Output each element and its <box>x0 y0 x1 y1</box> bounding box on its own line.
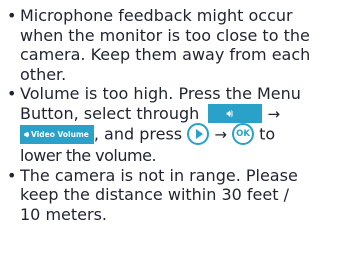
item-text-line: Microphone feedback might occur <box>20 6 293 25</box>
item-text: , and press <box>93 124 183 144</box>
video-volume-label: Video Volume <box>31 129 89 139</box>
item-text-line: Volume is too high. Press the Menu <box>20 84 301 103</box>
item-text-line: 🔊︎ Video Volume, and press → OK to <box>20 123 336 146</box>
arrow-icon: → <box>214 125 227 144</box>
ok-button-icon: OK <box>232 123 254 145</box>
volume-menu-button-graphic: 🔊︎ <box>208 103 263 123</box>
list-item-volume: • Volume is too high. Press the Menu But… <box>6 84 336 166</box>
bullet: • <box>7 84 17 103</box>
item-text-line: 10 meters. <box>20 204 107 224</box>
speaker-icon: 🔊︎ <box>24 129 30 139</box>
item-text-line: other. <box>20 64 67 84</box>
video-volume-button-graphic: 🔊︎ Video Volume <box>20 124 94 144</box>
troubleshooting-list: • Microphone feedback might occur when t… <box>6 6 336 224</box>
speaker-icon: 🔊︎ <box>226 106 234 120</box>
item-text-line: camera. Keep them away from each <box>20 45 311 64</box>
arrow-icon: → <box>267 104 281 123</box>
bullet: • <box>7 6 17 25</box>
list-item-range: • The camera is not in range. Please kee… <box>6 166 336 225</box>
item-text-line: keep the distance within 30 feet / <box>20 185 289 204</box>
list-item-feedback: • Microphone feedback might occur when t… <box>6 6 336 84</box>
bullet: • <box>7 165 17 185</box>
item-text-line: when the monitor is too close to the <box>20 25 310 45</box>
play-button-icon <box>187 123 210 145</box>
item-text-line: The camera is not in range. Please <box>20 165 298 185</box>
item-text-line: lower the volume. <box>20 146 157 165</box>
item-text-line: Button, select through 🔊︎ → <box>20 103 336 125</box>
item-text: to <box>259 124 276 144</box>
item-text: Button, select through <box>20 103 200 123</box>
